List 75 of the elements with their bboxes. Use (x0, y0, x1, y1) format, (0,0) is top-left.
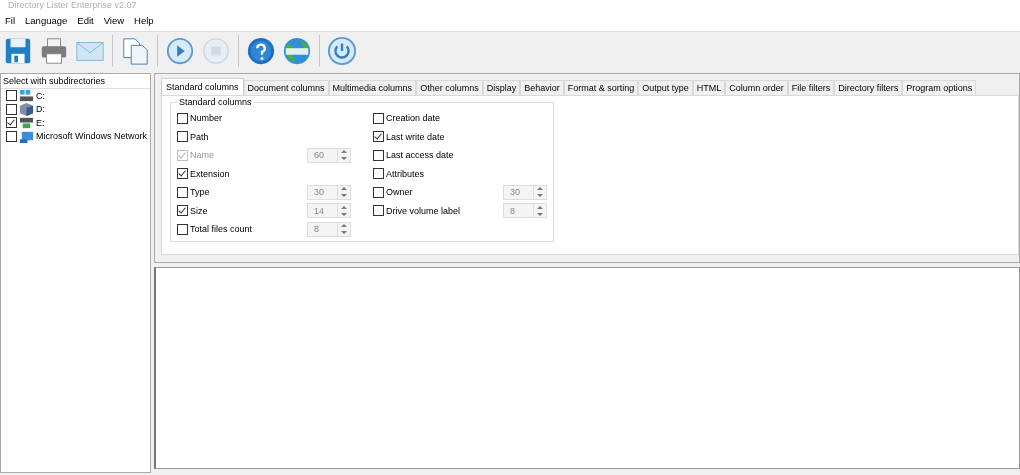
checkbox[interactable] (177, 112, 188, 124)
checkbox-label: Creation date (386, 113, 442, 124)
checkbox-label: Name (190, 150, 215, 161)
spin-arrows-icon (536, 185, 544, 200)
checkbox-label: Size (190, 205, 209, 216)
tab[interactable]: HTML (692, 80, 726, 95)
tree-item[interactable]: D: (36, 104, 45, 115)
checkbox[interactable] (373, 131, 384, 143)
checkbox-label: Total files count (190, 224, 254, 235)
tab[interactable]: Behavior (520, 80, 564, 95)
spin-box: 60 (307, 147, 351, 163)
checkbox[interactable] (177, 205, 188, 217)
spin-arrows-icon (340, 185, 348, 200)
tab[interactable]: Output type (638, 80, 693, 95)
checkbox-label: Last access date (386, 150, 455, 161)
menu-item[interactable]: Help (129, 15, 159, 26)
spin-box: 8 (307, 221, 351, 237)
drive-icon (19, 88, 34, 104)
tab[interactable]: Display (482, 80, 521, 95)
checkbox[interactable] (6, 103, 17, 115)
checkbox[interactable] (177, 223, 188, 235)
checkbox-label: Drive volume label (386, 205, 462, 216)
checkbox[interactable] (373, 149, 384, 161)
spin-box: 30 (503, 184, 547, 200)
printer-icon[interactable] (39, 36, 69, 66)
checkbox[interactable] (177, 131, 188, 143)
tree-item[interactable]: C: (36, 90, 45, 101)
tab[interactable]: Column order (725, 80, 788, 95)
menu-item[interactable]: Fil (0, 15, 21, 26)
spin-arrows-icon (340, 222, 348, 237)
spin-box: 14 (307, 203, 351, 219)
globe-icon[interactable] (282, 36, 312, 66)
tab[interactable]: Directory filters (834, 80, 903, 95)
checkbox[interactable] (373, 168, 384, 180)
checkbox-label: Attributes (386, 168, 426, 179)
tab[interactable]: Standard columns (161, 78, 244, 95)
tab[interactable]: Format & sorting (563, 80, 639, 95)
checkbox[interactable] (6, 130, 17, 142)
power-icon[interactable] (327, 36, 357, 66)
checkbox-label: Owner (386, 187, 414, 198)
spin-arrows-icon (340, 203, 348, 218)
spin-arrows-icon (340, 148, 348, 163)
checkbox[interactable] (6, 90, 17, 102)
spin-box: 8 (503, 203, 547, 219)
play-icon[interactable] (165, 36, 195, 66)
tree-header: Select with subdirectories (1, 74, 150, 89)
tab[interactable]: Other columns (416, 80, 483, 95)
checkbox[interactable] (373, 205, 384, 217)
tree-item[interactable]: Microsoft Windows Network (36, 131, 148, 142)
window-title: Directory Lister Enterprise v2.07 (8, 0, 137, 10)
checkbox-label: Path (190, 131, 210, 142)
spin-arrows-icon (536, 203, 544, 218)
tab[interactable]: Program options (902, 80, 977, 95)
tab[interactable]: File filters (787, 80, 835, 95)
help-icon[interactable] (246, 36, 276, 66)
checkbox[interactable] (177, 186, 188, 198)
checkbox[interactable] (373, 186, 384, 198)
menu-item[interactable]: Language (20, 15, 73, 26)
spin-box: 30 (307, 184, 351, 200)
package-icon (19, 101, 34, 117)
group-title: Standard columns (177, 97, 254, 107)
tab[interactable]: Multimedia columns (328, 80, 417, 95)
menu-item[interactable]: View (98, 15, 130, 26)
checkbox-label: Number (190, 113, 223, 124)
drive-icon (19, 115, 34, 131)
checkbox[interactable] (373, 112, 384, 124)
checkbox[interactable] (177, 168, 188, 180)
documents-icon[interactable] (120, 36, 150, 66)
tree-item[interactable]: E: (36, 117, 45, 128)
menu-item[interactable]: Edit (72, 15, 99, 26)
tab[interactable]: Document columns (243, 80, 329, 95)
checkbox-label: Extension (190, 168, 231, 179)
checkbox[interactable] (6, 117, 17, 129)
checkbox-label: Last write date (386, 131, 446, 142)
checkbox-label: Type (190, 187, 211, 198)
